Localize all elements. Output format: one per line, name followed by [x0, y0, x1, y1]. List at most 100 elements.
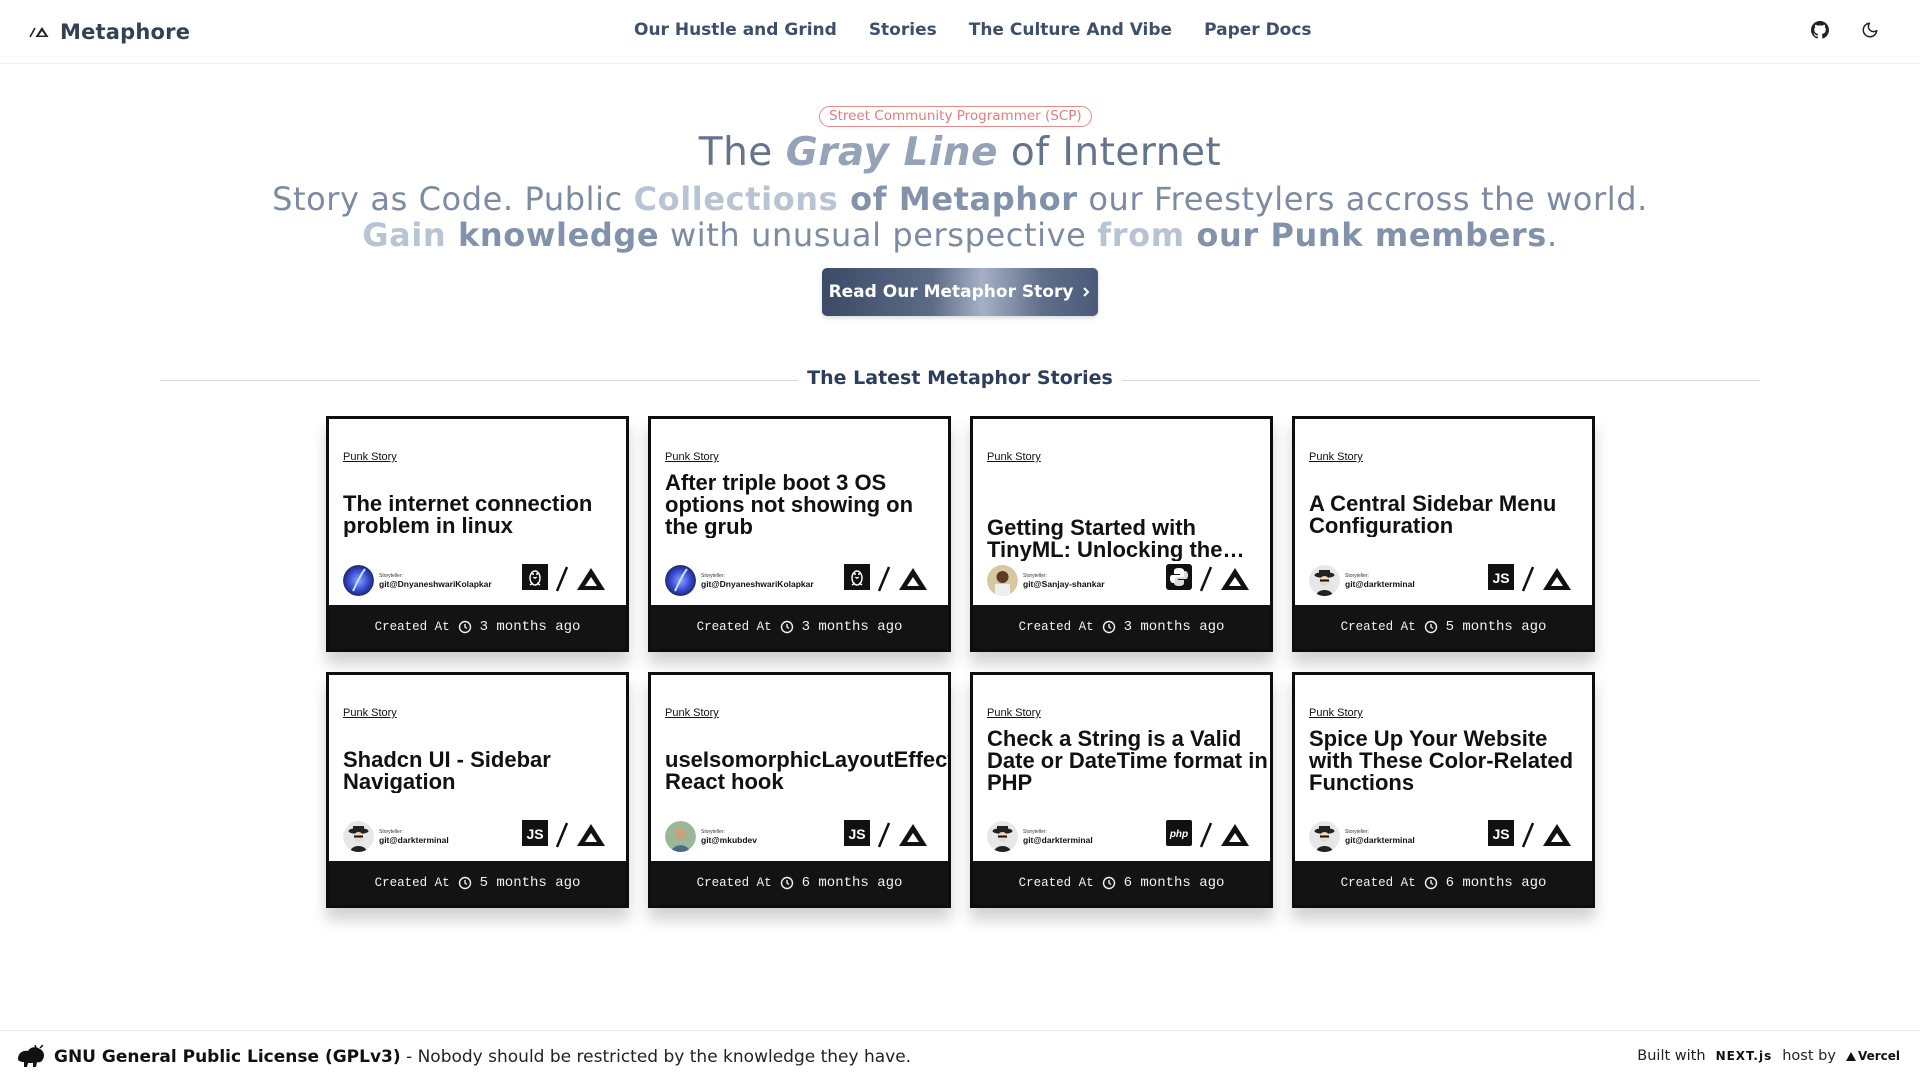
tagline-2-c: with unusual perspective: [659, 216, 1098, 254]
read-story-label: Read Our Metaphor Story: [828, 282, 1074, 302]
story-card-body: Punk Story Getting Started with TinyML: U…: [973, 419, 1270, 605]
clock-icon: [1424, 876, 1437, 890]
nextjs-logo[interactable]: NEXT.js: [1716, 1049, 1773, 1063]
svg-text:JS: JS: [1492, 826, 1509, 842]
metaphore-triangle-icon: [899, 568, 927, 590]
created-at-time: 3 months ago: [801, 619, 903, 635]
created-at-time: 6 months ago: [1445, 875, 1547, 891]
author-avatar: [1309, 821, 1340, 852]
top-navbar: Metaphore Our Hustle and Grind Stories T…: [0, 0, 1920, 64]
svg-text:JS: JS: [1492, 570, 1509, 586]
story-tag[interactable]: Punk Story: [1309, 707, 1363, 719]
story-tech-icons: JS: [1488, 564, 1572, 594]
story-tag[interactable]: Punk Story: [343, 451, 397, 463]
metaphore-triangle-icon: [577, 568, 605, 590]
slash-icon: [1199, 822, 1213, 848]
story-card-footer: Created At 6 months ago: [651, 861, 948, 905]
clock-icon: [780, 620, 793, 634]
story-author[interactable]: Storyteller: git@DnyaneshwariKolapkar: [665, 565, 814, 596]
story-card-body: Punk Story A Central Sidebar Menu Configu…: [1295, 419, 1592, 605]
story-tag[interactable]: Punk Story: [343, 707, 397, 719]
story-title[interactable]: The internet connection problem in linux: [343, 493, 626, 537]
python-icon: [1166, 564, 1192, 594]
story-author[interactable]: Storyteller: git@darkterminal: [1309, 821, 1415, 852]
story-title[interactable]: After triple boot 3 OS options not showi…: [665, 472, 948, 538]
read-story-button[interactable]: Read Our Metaphor Story: [822, 268, 1098, 316]
tagline-1-b: Collections: [633, 180, 839, 218]
story-card[interactable]: Punk Story Shadcn UI - Sidebar Navigation…: [326, 672, 629, 908]
story-card[interactable]: Punk Story The internet connection proble…: [326, 416, 629, 652]
vercel-logo[interactable]: Vercel: [1845, 1049, 1900, 1063]
license-text: - Nobody should be restricted by the kno…: [400, 1047, 912, 1067]
vercel-text: Vercel: [1857, 1049, 1900, 1063]
story-title[interactable]: Check a String is a Valid Date or DateTi…: [987, 728, 1270, 794]
story-author[interactable]: Storyteller: git@Sanjay-shankar: [987, 565, 1105, 596]
created-at-label: Created At: [696, 876, 772, 890]
clock-icon: [1102, 620, 1115, 634]
slash-icon: [1199, 566, 1213, 592]
story-tech-icons: php: [1166, 820, 1250, 850]
nav-link-paper-docs[interactable]: Paper Docs: [1204, 20, 1311, 40]
story-author[interactable]: Storyteller: git@darkterminal: [343, 821, 449, 852]
js-icon: JS: [1488, 564, 1514, 594]
story-author[interactable]: Storyteller: git@DnyaneshwariKolapkar: [343, 565, 492, 596]
story-tag[interactable]: Punk Story: [665, 451, 719, 463]
story-title[interactable]: Getting Started with TinyML: Unlocking t…: [987, 517, 1270, 561]
story-title[interactable]: Shadcn UI - Sidebar Navigation: [343, 749, 626, 793]
github-icon[interactable]: [1808, 18, 1832, 42]
svg-text:php: php: [1169, 829, 1188, 840]
story-card-footer: Created At 3 months ago: [973, 605, 1270, 649]
story-tech-icons: [844, 564, 928, 594]
story-card[interactable]: Punk Story A Central Sidebar Menu Configu…: [1292, 416, 1595, 652]
story-tag[interactable]: Punk Story: [665, 707, 719, 719]
scp-badge: Street Community Programmer (SCP): [819, 106, 1092, 127]
story-tag[interactable]: Punk Story: [987, 707, 1041, 719]
story-card[interactable]: Punk Story useIsomorphicLayoutEffect Reac…: [648, 672, 951, 908]
created-at-label: Created At: [1340, 620, 1416, 634]
author-avatar: [987, 565, 1018, 596]
story-card-body: Punk Story Shadcn UI - Sidebar Navigation…: [329, 675, 626, 861]
story-card-body: Punk Story The internet connection proble…: [329, 419, 626, 605]
story-author[interactable]: Storyteller: git@darkterminal: [1309, 565, 1415, 596]
moon-icon[interactable]: [1858, 18, 1882, 42]
story-tag[interactable]: Punk Story: [987, 451, 1041, 463]
nav-link-hustle[interactable]: Our Hustle and Grind: [634, 20, 837, 40]
story-card[interactable]: Punk Story Check a String is a Valid Date…: [970, 672, 1273, 908]
metaphore-logo-icon: [29, 27, 49, 38]
created-at-label: Created At: [1018, 876, 1094, 890]
license-name: GNU General Public License (GPLv3): [54, 1047, 401, 1067]
nav-link-stories[interactable]: Stories: [869, 20, 937, 40]
story-title[interactable]: Spice Up Your Website with These Color-R…: [1309, 728, 1592, 794]
story-author[interactable]: Storyteller: git@darkterminal: [987, 821, 1093, 852]
story-card[interactable]: Punk Story After triple boot 3 OS options…: [648, 416, 951, 652]
story-tag[interactable]: Punk Story: [1309, 451, 1363, 463]
host-by-label: host by: [1782, 1048, 1836, 1064]
author-avatar: [343, 821, 374, 852]
author-avatar: [987, 821, 1018, 852]
tagline-2-b: knowledge: [446, 216, 660, 254]
main-nav: Our Hustle and Grind Stories The Culture…: [634, 20, 1312, 40]
tagline-1-c: of Metaphor: [838, 180, 1078, 218]
tagline-2-d: from: [1097, 216, 1185, 254]
nav-link-culture[interactable]: The Culture And Vibe: [969, 20, 1172, 40]
story-card-footer: Created At 3 months ago: [329, 605, 626, 649]
story-card[interactable]: Punk Story Spice Up Your Website with The…: [1292, 672, 1595, 908]
svg-text:JS: JS: [848, 826, 865, 842]
created-at-label: Created At: [696, 620, 772, 634]
story-author[interactable]: Storyteller: git@mkubdev: [665, 821, 757, 852]
author-avatar: [665, 565, 696, 596]
brand-link[interactable]: Metaphore: [28, 20, 190, 44]
story-card[interactable]: Punk Story Getting Started with TinyML: U…: [970, 416, 1273, 652]
built-with: Built with NEXT.js host by Vercel: [1637, 1048, 1900, 1064]
story-title[interactable]: A Central Sidebar Menu Configuration: [1309, 493, 1592, 537]
story-title[interactable]: useIsomorphicLayoutEffect React hook: [665, 749, 948, 793]
hero-tagline-1: Story as Code. Public Collections of Met…: [0, 180, 1920, 218]
metaphore-triangle-icon: [1543, 568, 1571, 590]
story-card-footer: Created At 5 months ago: [1295, 605, 1592, 649]
created-at-time: 3 months ago: [479, 619, 581, 635]
section-title: The Latest Metaphor Stories: [807, 367, 1113, 389]
hero-title: The Gray Line of Internet: [0, 130, 1920, 175]
story-tech-icons: [1166, 564, 1250, 594]
created-at-time: 3 months ago: [1123, 619, 1225, 635]
js-icon: JS: [1488, 820, 1514, 850]
